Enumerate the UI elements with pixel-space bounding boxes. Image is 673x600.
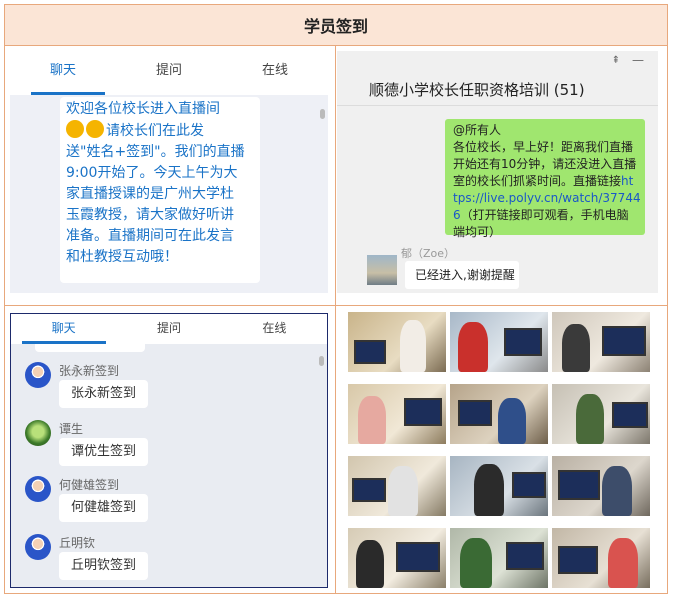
horizontal-divider [5,305,667,306]
sign-in-message: 丘明钦签到 [59,552,149,580]
message-line: @所有人 [453,123,502,137]
message-line: 开始还有10分钟，请还没进入直播 [453,157,637,171]
user-avatar-icon[interactable] [25,420,51,446]
live-chat-panel-bottom: 聊天 提问 在线 张永新签到 张永新签到 谭生 谭优生签到 何健雄签到 何健雄签… [10,313,328,588]
group-title: 顺德小学校长任职资格培训 (51) [369,81,585,99]
page-title: 学员签到 [5,5,667,46]
live-link[interactable]: tps://live.polyv.cn/watch/37744 [453,190,641,207]
header-divider [337,105,658,106]
user-name: 何健雄签到 [59,478,120,492]
user-avatar-icon[interactable] [25,476,51,502]
reply-message: 已经进入,谢谢提醒 [405,261,519,289]
live-link[interactable]: 6 [453,208,461,222]
tab-chat[interactable]: 聊天 [10,51,116,95]
message-line: （打开链接即可观看，手机电脑 [460,208,629,222]
sign-in-message: 何健雄签到 [59,494,149,522]
tab-chat[interactable]: 聊天 [11,314,116,344]
minimize-icon[interactable]: — [632,53,644,67]
tab-online[interactable]: 在线 [222,51,328,95]
photo-grid [344,312,654,588]
message-line: 请校长们在此发 [106,123,204,139]
tab-questions[interactable]: 提问 [116,51,222,95]
message-line: 家直播授课的是广州大学杜 [66,186,234,202]
previous-message-edge [35,344,145,352]
message-line: 准备。直播期间可在此发言 [66,228,234,244]
wechat-group-panel: ⇞ — 顺德小学校长任职资格培训 (51) @所有人 各位校长，早上好！距离我们… [337,51,658,293]
avatar[interactable] [367,255,397,285]
announcement-message: @所有人 各位校长，早上好！距离我们直播 开始还有10分钟，请还没进入直播 室的… [445,119,645,239]
photo [450,312,548,372]
message-line: 端均可） [453,225,502,239]
tab-questions[interactable]: 提问 [116,314,221,344]
message-line: 室的校长们抓紧时间。直播链接 [453,174,622,188]
welcome-message: 欢迎各位校长进入直播间 请校长们在此发 送"姓名+签到"。我们的直播 9:00开… [60,97,260,283]
message-line: 各位校长，早上好！距离我们直播 [453,140,634,154]
message-line: 欢迎各位校长进入直播间 [66,101,220,117]
vertical-divider [335,45,336,593]
pin-icon[interactable]: ⇞ [612,55,620,66]
message-line: 送"姓名+签到"。我们的直播 [66,144,245,160]
photo [552,384,650,444]
user-avatar-icon[interactable] [25,534,51,560]
photo [348,384,446,444]
live-chat-panel-top: 聊天 提问 在线 欢迎各位校长进入直播间 请校长们在此发 送"姓名+签到"。我们… [10,51,328,293]
photo [348,456,446,516]
tab-online[interactable]: 在线 [222,314,327,344]
photo [348,528,446,588]
user-name: 丘明钦 [59,536,96,550]
user-name: 谭生 [59,422,84,436]
emoji-icon [66,120,84,138]
message-line: 和杜教授互动哦！ [66,249,178,265]
message-line: 玉霞教授，请大家做好听讲 [66,207,234,223]
photo [450,528,548,588]
sign-in-message: 谭优生签到 [59,438,149,466]
photo [552,528,650,588]
message-line: 9:00开始了。今天上午为大 [66,165,238,181]
photo [450,456,548,516]
photo [552,456,650,516]
sender-name: 郁（Zoe） [401,247,456,260]
emoji-icon [86,120,104,138]
user-name: 张永新签到 [59,364,120,378]
photo [552,312,650,372]
live-link[interactable]: ht [621,174,633,188]
chat-tabs: 聊天 提问 在线 [11,314,327,344]
photo [450,384,548,444]
user-avatar-icon[interactable] [25,362,51,388]
chat-tabs: 聊天 提问 在线 [10,51,328,95]
scrollbar[interactable] [319,356,324,366]
photo [348,312,446,372]
scrollbar[interactable] [320,109,325,119]
sign-in-message: 张永新签到 [59,380,149,408]
